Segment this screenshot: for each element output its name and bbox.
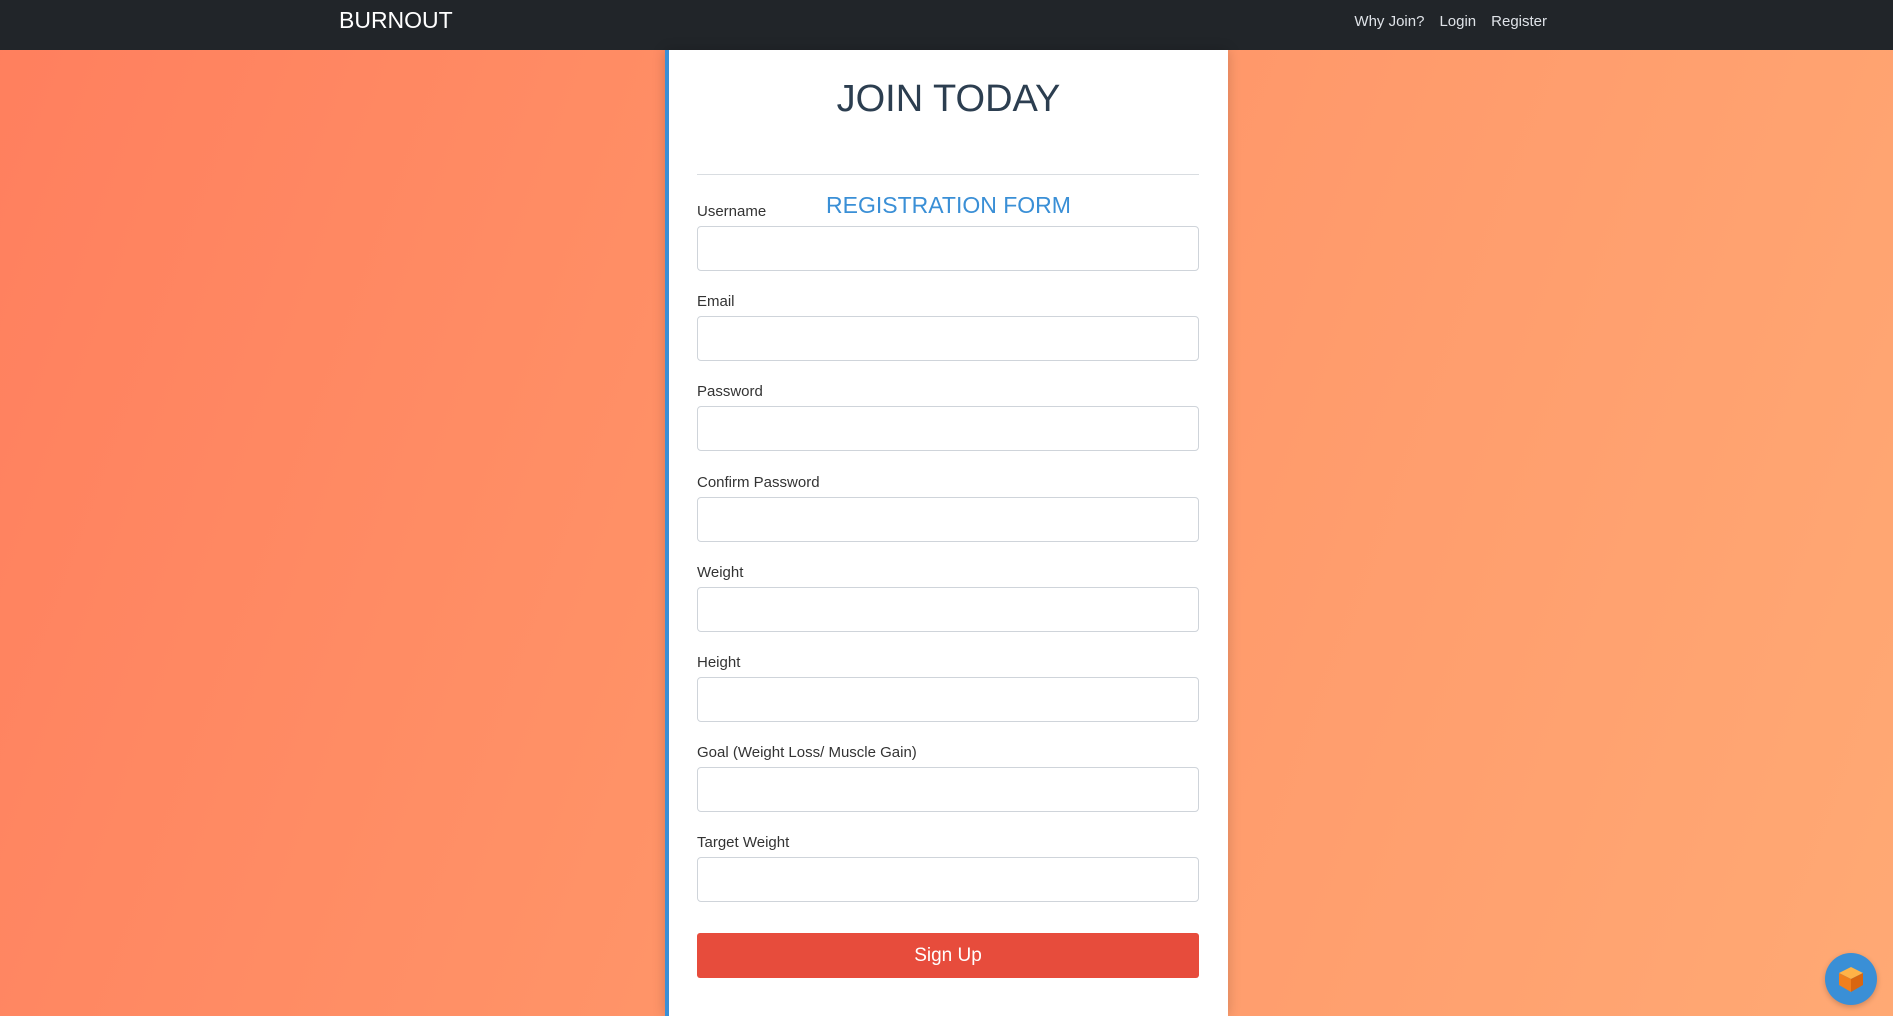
nav-links: Why Join? Login Register <box>1354 13 1547 30</box>
confirm-password-label: Confirm Password <box>697 474 820 491</box>
target-weight-label: Target Weight <box>697 834 790 851</box>
nav-link-login[interactable]: Login <box>1439 13 1476 30</box>
sign-up-button[interactable]: Sign Up <box>697 933 1199 978</box>
height-input[interactable] <box>697 677 1199 722</box>
cube-icon <box>1839 967 1863 992</box>
top-navbar: BURNOUT Why Join? Login Register <box>0 0 1893 50</box>
brand-logo-link[interactable]: BURNOUT <box>339 8 453 32</box>
nav-link-register[interactable]: Register <box>1491 13 1547 30</box>
goal-label: Goal (Weight Loss/ Muscle Gain) <box>697 744 917 761</box>
confirm-password-input[interactable] <box>697 497 1199 542</box>
target-weight-input[interactable] <box>697 857 1199 902</box>
password-input[interactable] <box>697 406 1199 451</box>
registration-card: JOIN TODAY REGISTRATION FORM Username Em… <box>665 50 1228 1016</box>
goal-input[interactable] <box>697 767 1199 812</box>
chat-widget-button[interactable] <box>1825 953 1877 1005</box>
page-title: JOIN TODAY <box>836 78 1061 120</box>
username-label: Username <box>697 203 767 220</box>
password-label: Password <box>697 383 763 400</box>
email-label: Email <box>697 293 735 310</box>
nav-link-why-join[interactable]: Why Join? <box>1354 13 1424 30</box>
weight-label: Weight <box>697 564 744 581</box>
height-label: Height <box>697 654 741 671</box>
email-input[interactable] <box>697 316 1199 361</box>
username-input[interactable] <box>697 226 1199 271</box>
weight-input[interactable] <box>697 587 1199 632</box>
subtitle-divider <box>697 174 1199 175</box>
